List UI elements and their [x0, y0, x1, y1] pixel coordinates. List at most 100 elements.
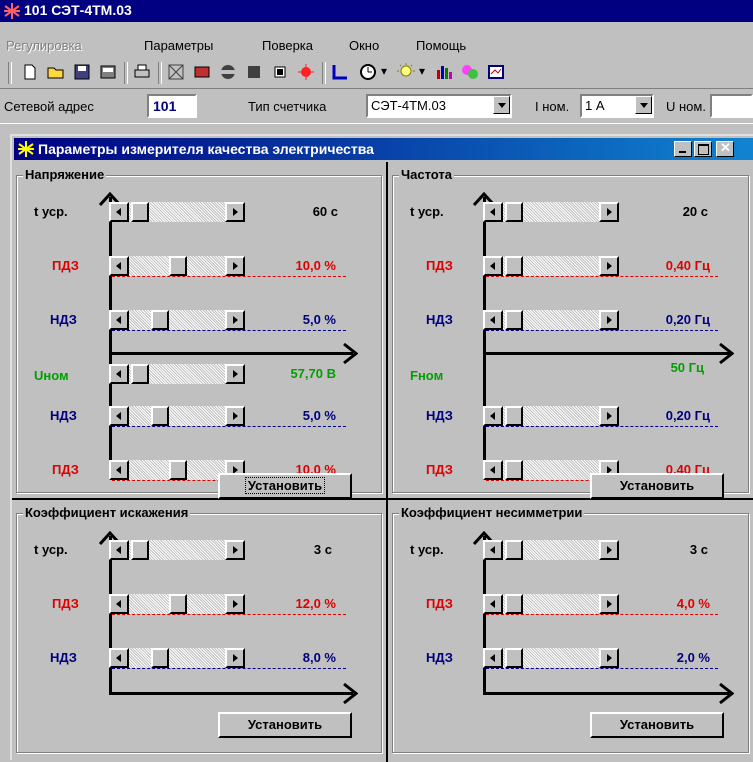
chart-icon[interactable] — [330, 62, 350, 82]
scroll-left-icon[interactable] — [483, 460, 503, 480]
maximize-button[interactable] — [694, 141, 712, 157]
slider-thumb[interactable] — [131, 202, 149, 222]
scroll-left-icon[interactable] — [483, 406, 503, 426]
distortion-pdz-slider[interactable] — [109, 594, 245, 614]
print-icon[interactable] — [132, 62, 152, 82]
asymmetry-ndz-slider[interactable] — [483, 648, 619, 668]
light-icon[interactable] — [396, 62, 416, 82]
scroll-left-icon[interactable] — [483, 310, 503, 330]
asymmetry-set-button[interactable]: Установить — [590, 712, 724, 738]
tool5-icon[interactable] — [270, 62, 290, 82]
voltage-nom-slider[interactable] — [109, 364, 245, 384]
frequency-t-slider[interactable] — [483, 202, 619, 222]
scroll-left-icon[interactable] — [483, 540, 503, 560]
network-address-input[interactable]: 101 — [147, 94, 197, 118]
slider-thumb[interactable] — [505, 256, 523, 276]
device-icon[interactable] — [98, 62, 118, 82]
scroll-left-icon[interactable] — [109, 648, 129, 668]
voltage-group-title: Напряжение — [23, 167, 107, 182]
slider-thumb[interactable] — [151, 310, 169, 330]
voltage-pdz2-label: ПДЗ — [52, 462, 79, 477]
tool1-icon[interactable] — [166, 62, 186, 82]
slider-thumb[interactable] — [505, 648, 523, 668]
scroll-left-icon[interactable] — [483, 648, 503, 668]
frequency-pdz1-slider[interactable] — [483, 256, 619, 276]
asymmetry-t-slider[interactable] — [483, 540, 619, 560]
distortion-ndz-slider[interactable] — [109, 648, 245, 668]
frequency-ndz1-slider[interactable] — [483, 310, 619, 330]
scroll-left-icon[interactable] — [483, 256, 503, 276]
scroll-left-icon[interactable] — [109, 364, 129, 384]
slider-thumb[interactable] — [505, 406, 523, 426]
arrow-right-icon — [343, 682, 358, 705]
chevron-down-icon[interactable] — [493, 96, 510, 114]
slider-thumb[interactable] — [169, 594, 187, 614]
asymmetry-ndz-value: 2,0 % — [676, 650, 710, 665]
slider-thumb[interactable] — [169, 256, 187, 276]
scroll-left-icon[interactable] — [109, 202, 129, 222]
frequency-set-button[interactable]: Установить — [590, 473, 724, 499]
voltage-set-button[interactable]: Установить — [218, 473, 352, 499]
slider-thumb[interactable] — [131, 364, 149, 384]
voltage-pdz1-line — [112, 276, 346, 277]
open-icon[interactable] — [46, 62, 66, 82]
tool6-icon[interactable] — [296, 62, 316, 82]
meter-type-select[interactable]: СЭТ-4ТМ.03 — [366, 94, 512, 118]
scroll-left-icon[interactable] — [109, 460, 129, 480]
slider-thumb[interactable] — [151, 406, 169, 426]
scroll-left-icon[interactable] — [109, 594, 129, 614]
scroll-left-icon[interactable] — [483, 594, 503, 614]
distortion-t-slider[interactable] — [109, 540, 245, 560]
network-address-value: 101 — [153, 98, 177, 114]
voltage-t-value: 60 с — [312, 204, 338, 219]
scroll-left-icon[interactable] — [483, 202, 503, 222]
slider-thumb[interactable] — [131, 540, 149, 560]
menu-poverka[interactable]: Поверка — [262, 38, 313, 53]
voltage-t-label: t уср. — [34, 204, 68, 219]
asymmetry-pdz-label: ПДЗ — [426, 596, 453, 611]
slider-thumb[interactable] — [505, 460, 523, 480]
scroll-left-icon[interactable] — [109, 256, 129, 276]
menu-okno[interactable]: Окно — [349, 38, 379, 53]
clock-dropdown-icon[interactable]: ▾ — [381, 64, 387, 78]
palette-icon[interactable] — [460, 62, 480, 82]
chevron-down-icon[interactable] — [635, 96, 652, 114]
tool3-icon[interactable] — [218, 62, 238, 82]
frequency-ndz2-slider[interactable] — [483, 406, 619, 426]
arrow-right-icon — [719, 682, 734, 705]
scroll-left-icon[interactable] — [109, 540, 129, 560]
new-icon[interactable] — [20, 62, 40, 82]
menu-pomosch[interactable]: Помощь — [416, 38, 466, 53]
voltage-ndz1-value: 5,0 % — [302, 312, 336, 327]
menu-regulirovka[interactable]: Регулировка — [6, 38, 82, 53]
voltage-pdz1-slider[interactable] — [109, 256, 245, 276]
save-icon[interactable] — [72, 62, 92, 82]
meter-type-value: СЭТ-4ТМ.03 — [371, 98, 446, 113]
slider-thumb[interactable] — [151, 648, 169, 668]
voltage-t-slider[interactable] — [109, 202, 245, 222]
clock-icon[interactable] — [358, 62, 378, 82]
scroll-left-icon[interactable] — [109, 310, 129, 330]
voltage-ndz1-slider[interactable] — [109, 310, 245, 330]
report-icon[interactable] — [486, 62, 506, 82]
tool2-icon[interactable] — [192, 62, 212, 82]
voltage-ndz2-slider[interactable] — [109, 406, 245, 426]
unom-select[interactable] — [710, 94, 753, 118]
close-button[interactable]: ✕ — [716, 140, 734, 157]
bars-icon[interactable] — [434, 62, 454, 82]
minimize-button[interactable] — [674, 141, 692, 157]
scroll-left-icon[interactable] — [109, 406, 129, 426]
tool4-icon[interactable] — [244, 62, 264, 82]
light-dropdown-icon[interactable]: ▾ — [419, 64, 425, 78]
slider-thumb[interactable] — [505, 202, 523, 222]
asymmetry-t-value: 3 с — [689, 542, 708, 557]
asymmetry-pdz-slider[interactable] — [483, 594, 619, 614]
inom-select[interactable]: 1 А — [580, 94, 654, 118]
slider-thumb[interactable] — [505, 594, 523, 614]
menu-parametry[interactable]: Параметры — [144, 38, 213, 53]
close-icon: ✕ — [720, 140, 731, 155]
slider-thumb[interactable] — [505, 540, 523, 560]
slider-thumb[interactable] — [505, 310, 523, 330]
distortion-set-button[interactable]: Установить — [218, 712, 352, 738]
slider-thumb[interactable] — [169, 460, 187, 480]
